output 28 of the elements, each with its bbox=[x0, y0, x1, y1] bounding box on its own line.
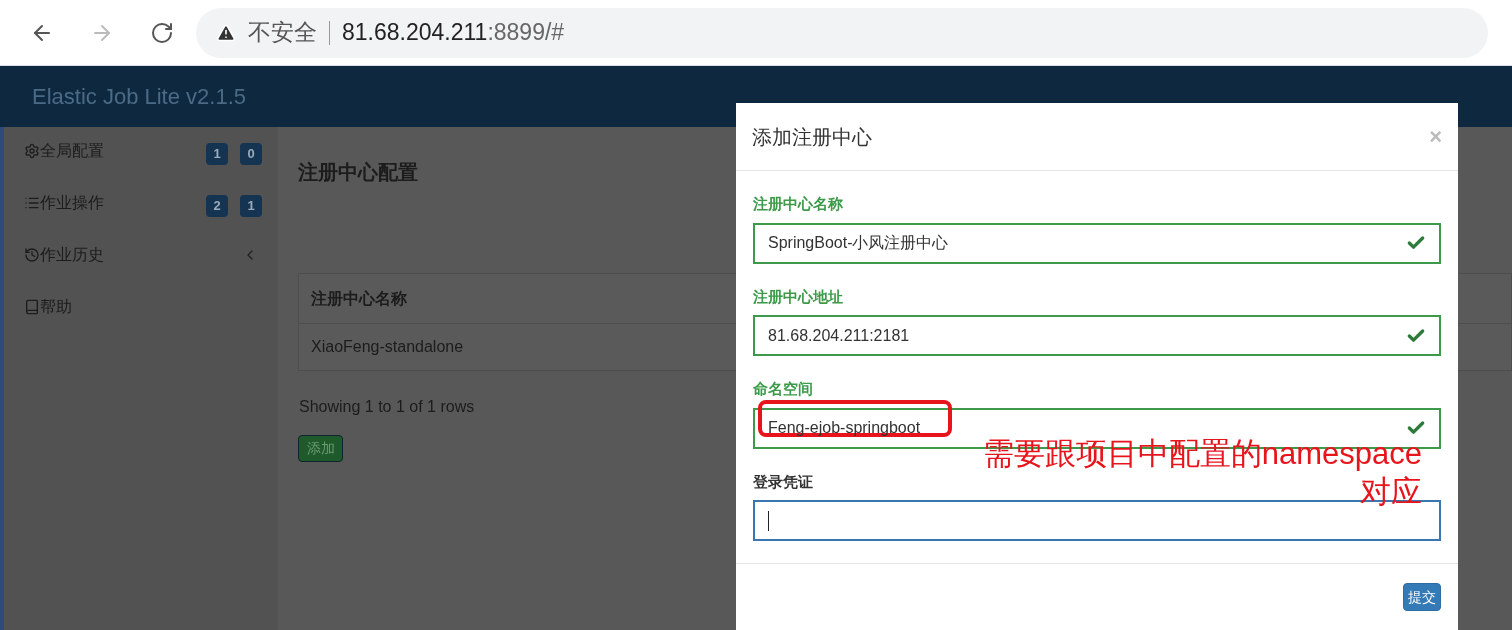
count-badge: 2 bbox=[206, 195, 228, 217]
field-label: 注册中心地址 bbox=[753, 286, 843, 307]
gears-icon bbox=[24, 143, 40, 159]
field-label: 登录凭证 bbox=[753, 471, 813, 492]
reload-icon bbox=[150, 20, 174, 45]
url-text: 81.68.204.211:8899/# bbox=[342, 18, 565, 48]
submit-button[interactable]: 提交 bbox=[1403, 583, 1441, 611]
history-icon bbox=[24, 247, 40, 263]
modal-title: 添加注册中心 bbox=[752, 124, 872, 150]
book-icon bbox=[24, 299, 40, 315]
app-title: Elastic Job Lite v2.1.5 bbox=[32, 83, 246, 111]
warning-icon bbox=[216, 22, 236, 43]
text-cursor bbox=[768, 510, 769, 531]
column-header: 注册中心名称 bbox=[311, 288, 407, 309]
list-icon bbox=[24, 195, 40, 211]
count-badge: 1 bbox=[206, 143, 228, 165]
address-bar[interactable]: 不安全 81.68.204.211:8899/# bbox=[196, 7, 1488, 58]
field-label: 注册中心名称 bbox=[753, 194, 843, 214]
pagination-info: Showing 1 to 1 of 1 rows bbox=[299, 397, 475, 417]
input-field[interactable]: 81.68.204.211:2181 bbox=[753, 315, 1441, 356]
annotation-text: 对应 bbox=[1360, 473, 1422, 511]
security-label: 不安全 bbox=[248, 18, 317, 48]
count-badge: 0 bbox=[240, 143, 262, 165]
count-badge: 1 bbox=[240, 195, 262, 217]
table-cell-text: XiaoFeng-standalone bbox=[311, 337, 464, 357]
input-field[interactable]: SpringBoot-小风注册中心 bbox=[753, 222, 1441, 264]
page-title: 注册中心配置 bbox=[298, 160, 419, 185]
field-label: 命名空间 bbox=[753, 379, 813, 399]
